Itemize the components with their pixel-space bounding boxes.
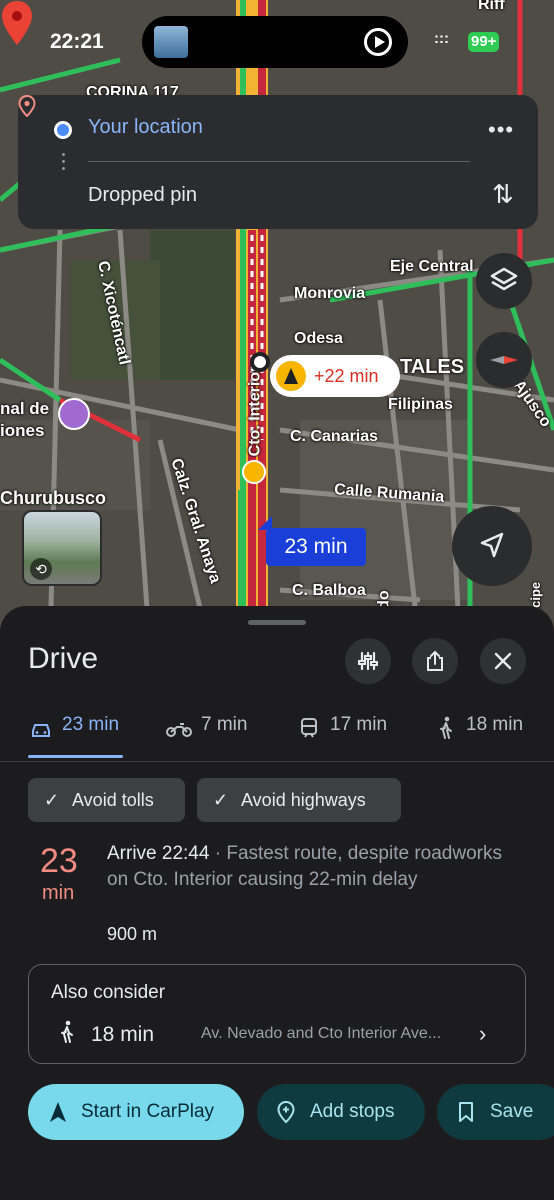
route-summary[interactable]: Arrive 22:44 · Fastest route, despite ro… [107, 841, 527, 893]
map-label: Filipinas [388, 396, 453, 413]
active-tab-indicator [28, 755, 123, 758]
tab-label: 17 min [330, 714, 388, 735]
route-duration-unit: min [42, 882, 75, 904]
map-label: C. Canarias [290, 428, 379, 445]
route-duration: 23 [40, 842, 78, 880]
traffic-delay-text: +22 min [314, 366, 379, 386]
avoid-tolls-chip[interactable]: ✓ Avoid tolls [28, 778, 185, 822]
arrival-time: Arrive 22:44 [107, 843, 210, 864]
origin-field[interactable]: Your location [88, 116, 203, 139]
close-icon [494, 652, 512, 670]
sheet-title: Drive [28, 642, 99, 675]
destination-field[interactable]: Dropped pin [88, 184, 197, 207]
layers-button[interactable] [476, 253, 532, 309]
car-icon [32, 724, 50, 737]
tab-label: 7 min [201, 714, 248, 735]
route-endpoint-icon [250, 352, 270, 372]
button-label: Save [490, 1101, 534, 1122]
start-carplay-button[interactable]: Start in CarPlay [28, 1084, 244, 1140]
tab-walk[interactable]: 18 min [436, 712, 531, 746]
roadworks-icon[interactable] [242, 460, 266, 484]
tune-icon [358, 651, 378, 671]
check-icon: ✓ [213, 790, 229, 810]
map-label: nal de iones [0, 399, 50, 440]
close-button[interactable] [480, 638, 526, 684]
more-horizontal-icon[interactable]: ••• [488, 117, 514, 143]
museum-poi-icon[interactable] [58, 398, 90, 430]
map-view[interactable]: CORINA 117 Riff Eje Central Monrovia Ode… [0, 0, 554, 650]
status-time: 22:21 [50, 30, 104, 53]
roadworks-icon [276, 361, 306, 391]
bookmark-icon [459, 1102, 473, 1122]
route-dots [62, 151, 65, 173]
play-icon[interactable] [364, 28, 392, 56]
map-label: Cto. Interior [246, 365, 264, 457]
add-location-icon [277, 1100, 295, 1124]
map-label: Riff [478, 0, 505, 13]
route-distance: 900 m [107, 924, 158, 944]
alternative-route: Av. Nevado and Cto Interior Ave... [201, 1025, 442, 1042]
button-label: Start in CarPlay [81, 1101, 215, 1122]
transit-icon [301, 718, 317, 738]
destination-pin-icon[interactable] [0, 0, 34, 46]
dynamic-island[interactable] [142, 16, 408, 68]
divider [0, 761, 554, 762]
compass-button[interactable] [476, 332, 532, 388]
compass-icon [490, 356, 518, 364]
sheet-drag-handle[interactable] [248, 620, 306, 625]
share-icon [427, 650, 443, 671]
walk-icon [440, 716, 452, 739]
traffic-delay-callout[interactable]: +22 min [270, 355, 400, 397]
navigation-arrow-icon [50, 1102, 66, 1122]
route-options-button[interactable] [345, 638, 391, 684]
your-location-icon [54, 121, 72, 139]
chevron-right-icon: › [479, 1021, 487, 1046]
add-stops-button[interactable]: Add stops [257, 1084, 425, 1140]
tab-label: 18 min [466, 714, 524, 735]
map-label: Odesa [294, 330, 343, 347]
chip-label: Avoid tolls [72, 790, 154, 810]
street-view-icon: ⟲ [30, 558, 52, 580]
alternative-duration: 18 min [91, 1023, 155, 1046]
route-eta-label[interactable]: 23 min [258, 516, 366, 566]
also-consider-card[interactable]: Also consider 18 min Av. Nevado and Cto … [28, 964, 526, 1064]
share-button[interactable] [412, 638, 458, 684]
map-label: TALES [400, 356, 465, 378]
signal-icon: ::: [434, 30, 449, 47]
chip-label: Avoid highways [241, 790, 366, 810]
directions-sheet: Drive 23 min 7 min 17 min 18 min ✓ Avoid… [0, 606, 554, 1200]
swap-vertical-icon[interactable]: ⇅ [492, 179, 514, 210]
layers-icon [490, 267, 518, 291]
recenter-button[interactable] [452, 506, 532, 586]
tab-label: 23 min [62, 714, 120, 735]
tab-drive[interactable]: 23 min [30, 712, 125, 746]
battery-indicator: 99+ [468, 32, 500, 52]
motorcycle-icon [166, 723, 192, 737]
check-icon: ✓ [44, 790, 60, 810]
tab-motorcycle[interactable]: 7 min [166, 712, 256, 746]
tab-transit[interactable]: 17 min [298, 712, 393, 746]
divider [88, 161, 470, 162]
map-label: C. Balboa [292, 582, 366, 599]
route-search-card: Your location Dropped pin ••• ⇅ [18, 95, 538, 229]
navigation-arrow-icon [480, 532, 504, 558]
street-view-thumbnail[interactable]: ⟲ [22, 510, 102, 586]
map-label: Monrovia [294, 285, 366, 302]
pin-outline-icon [18, 95, 36, 117]
also-consider-title: Also consider [51, 982, 166, 1003]
map-label: Eje Central [390, 258, 474, 275]
map-label: Churubusco [0, 488, 106, 508]
button-label: Add stops [310, 1101, 395, 1122]
save-button[interactable]: Save [437, 1084, 554, 1140]
walk-icon [61, 1020, 73, 1043]
now-playing-thumbnail [154, 26, 188, 58]
avoid-highways-chip[interactable]: ✓ Avoid highways [197, 778, 401, 822]
